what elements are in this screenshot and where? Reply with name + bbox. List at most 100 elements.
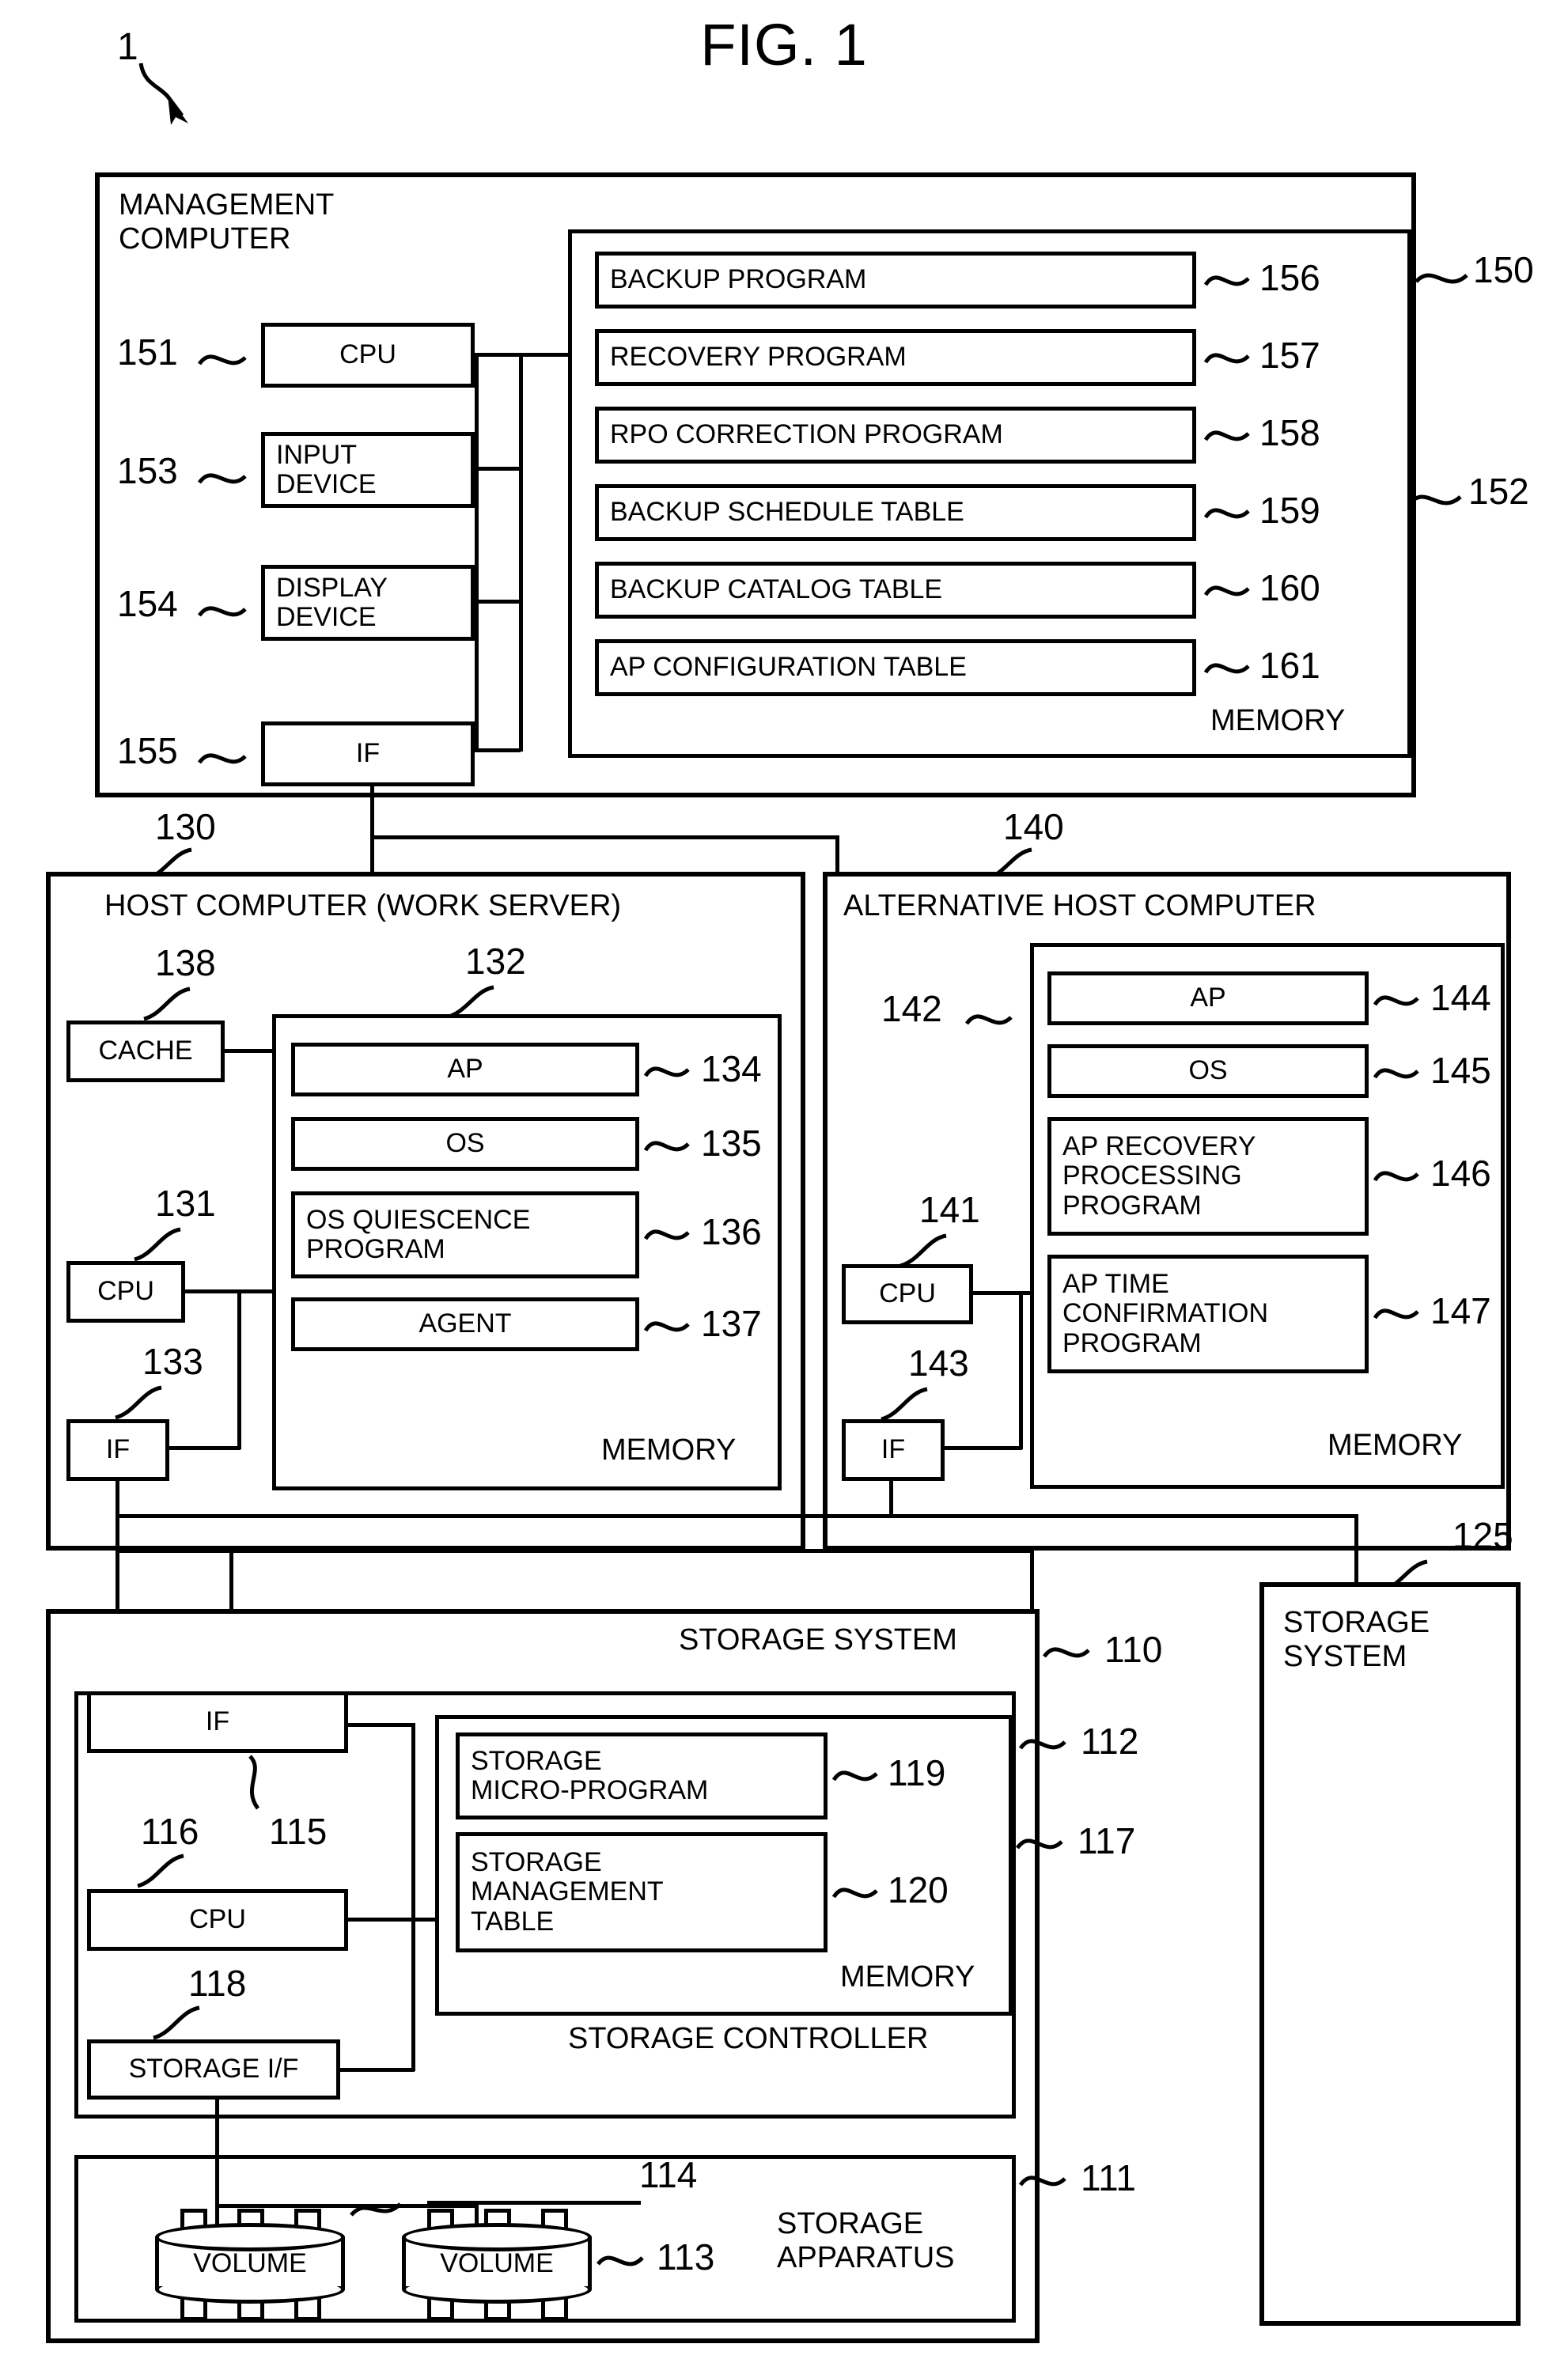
ref-number-125: 125: [1452, 1515, 1513, 1556]
figure-title: FIG. 1: [700, 12, 868, 78]
ref-number-147: 147: [1430, 1290, 1491, 1331]
volume-cylinder-2: VOLUME: [402, 2223, 592, 2304]
ref-number-141: 141: [919, 1189, 980, 1230]
ref-number-156: 156: [1259, 257, 1320, 298]
mgmt-bus-input: [475, 467, 521, 471]
storage-if-label: IF: [205, 1706, 230, 1737]
storage-bus-vertical: [411, 1723, 415, 2071]
ref-number-159: 159: [1259, 490, 1320, 531]
volume-label-1: VOLUME: [193, 2247, 307, 2278]
mgmt-display-device-label: DISPLAY DEVICE: [276, 572, 388, 632]
storage-if-bus: [348, 1723, 415, 1727]
host-mem-item-2-label: OS QUIESCENCE PROGRAM: [306, 1204, 531, 1264]
ref-number-160: 160: [1259, 567, 1320, 608]
mgmt-mem-item-0: BACKUP PROGRAM: [595, 252, 1196, 309]
mgmt-memory-label: MEMORY: [1210, 704, 1346, 737]
alt-if-label: IF: [881, 1434, 906, 1465]
mgmt-input-device-label: INPUT DEVICE: [276, 439, 377, 499]
alt-mem-item-0: AP: [1047, 971, 1369, 1025]
alternative-host-computer-title: ALTERNATIVE HOST COMPUTER: [843, 889, 1316, 922]
ref-number-113: 113: [657, 2236, 715, 2278]
host-cpu-line: [185, 1289, 274, 1293]
mgmt-mem-item-5: AP CONFIGURATION TABLE: [595, 639, 1196, 696]
ref-number-150: 150: [1473, 249, 1534, 290]
ref-number-151: 151: [117, 331, 178, 373]
ref-number-135: 135: [701, 1123, 762, 1164]
ref-number-155: 155: [117, 730, 178, 771]
mgmt-mem-item-2-label: RPO CORRECTION PROGRAM: [610, 419, 1003, 450]
ref-number-136: 136: [701, 1211, 762, 1252]
alt-mem-item-2-label: AP RECOVERY PROCESSING PROGRAM: [1062, 1130, 1256, 1221]
host-cache-box: CACHE: [66, 1020, 225, 1082]
storage-iface-bus: [340, 2068, 415, 2072]
ref-number-133: 133: [142, 1341, 203, 1382]
management-computer-title: MANAGEMENT COMPUTER: [119, 188, 335, 256]
host-if-line: [169, 1446, 241, 1450]
host-cache-label: CACHE: [98, 1036, 193, 1066]
ref-number-131: 131: [155, 1183, 216, 1224]
host-mem-item-1: OS: [291, 1117, 639, 1171]
storage-apparatus-label: STORAGE APPARATUS: [777, 2207, 955, 2274]
ref-number-145: 145: [1430, 1050, 1491, 1091]
ref-number-117: 117: [1078, 1820, 1136, 1861]
ref-number-146: 146: [1430, 1153, 1491, 1194]
mgmt-bus-vertical: [475, 353, 479, 752]
host-mem-item-1-label: OS: [445, 1128, 485, 1159]
alt-mem-item-3-label: AP TIME CONFIRMATION PROGRAM: [1062, 1268, 1269, 1358]
host-if-label: IF: [105, 1434, 131, 1465]
storage-cpu-label: CPU: [189, 1904, 246, 1935]
ref-number-119: 119: [888, 1752, 946, 1793]
mgmt-mem-item-3-label: BACKUP SCHEDULE TABLE: [610, 497, 964, 528]
host-cpu-box: CPU: [66, 1261, 185, 1323]
mgmt-mem-item-3: BACKUP SCHEDULE TABLE: [595, 484, 1196, 541]
mgmt-cpu-box: CPU: [261, 323, 475, 388]
ref-number-120: 120: [888, 1869, 949, 1910]
storage-mem-item-1: STORAGE MANAGEMENT TABLE: [456, 1832, 828, 1952]
ref-number-152: 152: [1468, 471, 1529, 512]
alt-mem-item-0-label: AP: [1190, 983, 1226, 1013]
bus-secondary-vline: [1030, 1549, 1034, 1617]
storage-system-title: STORAGE SYSTEM: [679, 1623, 957, 1657]
secondary-storage-system-title: STORAGE SYSTEM: [1283, 1606, 1430, 1673]
storage-cpu-box: CPU: [87, 1889, 348, 1951]
ref-number-system: 1: [117, 26, 138, 68]
leader-110: [1042, 1647, 1090, 1658]
storage-iface-box: STORAGE I/F: [87, 2039, 340, 2100]
alt-mem-item-3: AP TIME CONFIRMATION PROGRAM: [1047, 1255, 1369, 1373]
ref-number-115: 115: [269, 1811, 328, 1852]
leader-114-line: [427, 2201, 641, 2205]
alt-mem-item-2: AP RECOVERY PROCESSING PROGRAM: [1047, 1117, 1369, 1236]
mgmt-cpu-label: CPU: [339, 339, 396, 370]
mgmt-mem-item-0-label: BACKUP PROGRAM: [610, 264, 867, 295]
mgmt-mem-item-4-label: BACKUP CATALOG TABLE: [610, 574, 943, 605]
host-cpu-if-vline: [237, 1289, 241, 1449]
host-mem-item-0-label: AP: [447, 1054, 483, 1085]
mgmt-mem-item-2: RPO CORRECTION PROGRAM: [595, 407, 1196, 464]
ref-number-114: 114: [639, 2154, 698, 2195]
alt-mem-item-1-label: OS: [1188, 1055, 1228, 1086]
host-storage-bus2: [116, 1549, 1033, 1553]
ref-number-161: 161: [1259, 645, 1320, 686]
ref-number-158: 158: [1259, 412, 1320, 453]
ref-number-137: 137: [701, 1303, 762, 1344]
ref-number-142: 142: [881, 988, 942, 1029]
alt-if-box: IF: [842, 1419, 945, 1481]
host-cache-line: [225, 1049, 274, 1053]
mgmt-bus-display: [475, 600, 521, 604]
host-mem-item-3-label: AGENT: [419, 1308, 512, 1339]
storage-memory-label: MEMORY: [840, 1960, 975, 1994]
storage-if-box: IF: [87, 1691, 348, 1753]
mgmt-mem-item-1: RECOVERY PROGRAM: [595, 329, 1196, 386]
host-mem-item-3: AGENT: [291, 1297, 639, 1351]
storage-mem-item-0: STORAGE MICRO-PROGRAM: [456, 1732, 828, 1819]
storage-controller-label: STORAGE CONTROLLER: [568, 2022, 929, 2055]
mgmt-bus-to-memory: [522, 353, 570, 357]
mgmt-input-device-box: INPUT DEVICE: [261, 432, 475, 508]
host-if-down: [116, 1481, 119, 1517]
mgmt-bus-if: [475, 748, 521, 752]
mgmt-mem-item-1-label: RECOVERY PROGRAM: [610, 342, 907, 373]
ref-number-116: 116: [141, 1811, 199, 1852]
host-if-box: IF: [66, 1419, 169, 1481]
host-cpu-label: CPU: [97, 1276, 154, 1307]
ref-number-130: 130: [155, 806, 216, 847]
